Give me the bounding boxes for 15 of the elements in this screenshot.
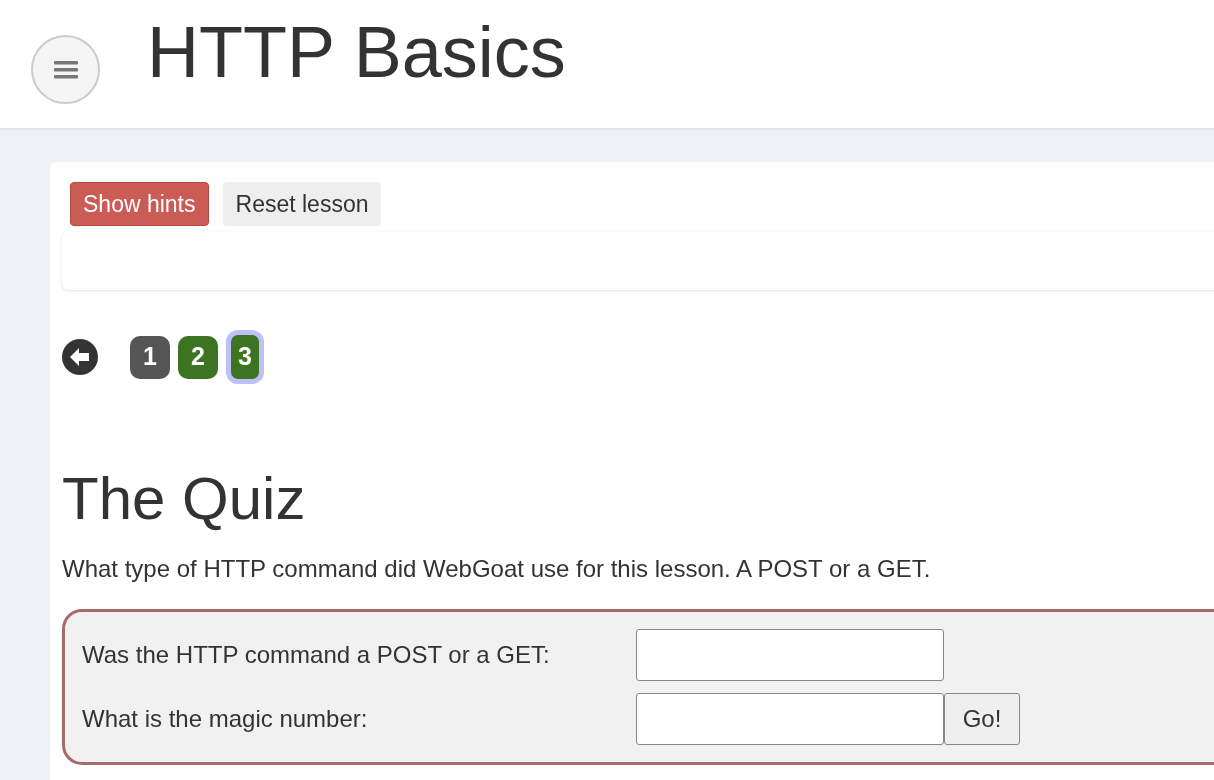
page-title: HTTP Basics: [147, 16, 566, 88]
field-label: What is the magic number:: [82, 704, 369, 734]
field-label: Was the HTTP command a POST or a GET:: [82, 640, 551, 670]
reset-lesson-button[interactable]: Reset lesson: [222, 182, 382, 226]
quiz-description: What type of HTTP command did WebGoat use for this lesson. A POST or a GET.: [62, 554, 932, 584]
input-field[interactable]: [636, 629, 944, 681]
input-field[interactable]: [636, 693, 944, 745]
page-number-button[interactable]: 2: [178, 335, 218, 379]
page-number-button[interactable]: 1: [130, 335, 170, 379]
submit-button[interactable]: Go!: [944, 693, 1020, 745]
back-arrow-button[interactable]: [62, 339, 98, 375]
menu-icon: [53, 60, 78, 79]
show-hints-button[interactable]: Show hints: [70, 182, 209, 226]
page-number-button[interactable]: 3: [226, 330, 264, 384]
quiz-heading: The Quiz: [62, 466, 307, 532]
